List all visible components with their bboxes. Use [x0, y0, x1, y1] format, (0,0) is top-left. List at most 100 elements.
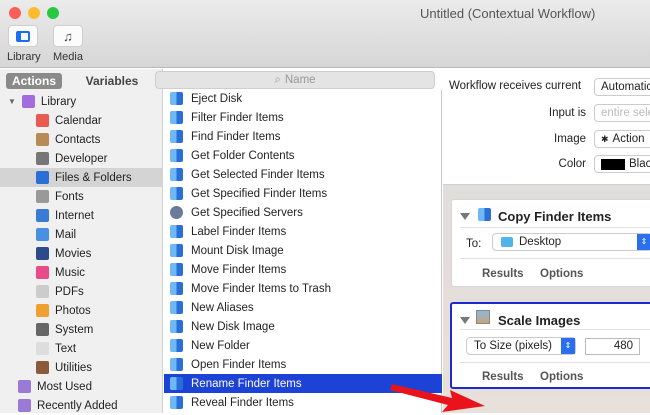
disclosure-triangle-icon[interactable]: ▼ [8, 97, 16, 106]
finder-icon [170, 377, 183, 390]
sidebar-item[interactable]: Internet [0, 206, 163, 225]
action-label: Get Folder Contents [191, 149, 295, 162]
action-list-item[interactable]: Filter Finder Items [164, 108, 442, 127]
action-label: Reveal Finder Items [191, 396, 294, 409]
action-list-item[interactable]: Get Specified Servers [164, 203, 442, 222]
library-icon [21, 95, 35, 108]
input-select[interactable]: entire selection [594, 104, 650, 122]
destination-select[interactable]: Desktop ⇕ [492, 233, 650, 251]
action-list-item[interactable]: New Folder [164, 336, 442, 355]
sidebar-item-label: Recently Added [37, 399, 118, 412]
sidebar-item[interactable]: Recently Added [0, 396, 163, 415]
options-button[interactable]: Options [540, 268, 583, 280]
sidebar-item-label: Utilities [55, 361, 93, 374]
media-button[interactable]: ♫ [53, 25, 83, 47]
input-value: entire selection [601, 107, 650, 119]
action-label: New Disk Image [191, 320, 275, 333]
sidebar-item[interactable]: Calendar [0, 111, 163, 130]
action-list-item[interactable]: Get Folder Contents [164, 146, 442, 165]
photos-icon [36, 304, 49, 317]
preview-icon [476, 310, 490, 324]
action-label: Get Specified Finder Items [191, 187, 328, 200]
image-select[interactable]: ✱ Action [594, 130, 650, 148]
sidebar-item[interactable]: Photos [0, 301, 163, 320]
sidebar-item[interactable]: System [0, 320, 163, 339]
finder-icon [170, 225, 183, 238]
action-list-item[interactable]: Mount Disk Image [164, 241, 442, 260]
action-label: Filter Finder Items [191, 111, 284, 124]
action-list-item[interactable]: Find Finder Items [164, 127, 442, 146]
action-title: Scale Images [498, 313, 581, 328]
tab-actions[interactable]: Actions [6, 73, 62, 89]
sidebar-item[interactable]: Text [0, 339, 163, 358]
action-list-item[interactable]: Get Specified Finder Items [164, 184, 442, 203]
library-button[interactable] [8, 25, 38, 47]
finder-icon [170, 301, 183, 314]
sidebar-item[interactable]: PDFs [0, 282, 163, 301]
finder-icon [36, 171, 49, 184]
gear-icon: ✱ [601, 133, 609, 144]
color-select[interactable]: Black [594, 155, 650, 173]
receives-label: Workflow receives current [449, 80, 582, 92]
action-list-item[interactable]: Label Finder Items [164, 222, 442, 241]
sidebar-item[interactable]: Contacts [0, 130, 163, 149]
zoom-button[interactable] [47, 7, 59, 19]
smart-folder-icon [18, 380, 31, 393]
window-title: Untitled (Contextual Workflow) [420, 6, 596, 21]
sidebar-item[interactable]: Developer [0, 149, 163, 168]
sidebar-item[interactable]: Files & Folders [0, 168, 163, 187]
internet-icon [36, 209, 49, 222]
music-icon [36, 266, 49, 279]
scale-mode-select[interactable]: To Size (pixels) ⇕ [466, 337, 576, 355]
utilities-icon [36, 361, 49, 374]
fonts-icon [36, 190, 49, 203]
sidebar-item[interactable]: Utilities [0, 358, 163, 377]
sidebar-item-label: Contacts [55, 133, 101, 146]
input-label: Input is [548, 107, 586, 119]
finder-icon [170, 396, 183, 409]
results-button[interactable]: Results [482, 268, 524, 280]
size-input[interactable]: 480 [585, 338, 640, 355]
sidebar-item-label: Developer [55, 152, 108, 165]
stepper-icon: ⇕ [637, 234, 650, 250]
copy-finder-items-action[interactable]: Copy Finder Items To: Desktop ⇕ Results … [451, 199, 650, 287]
developer-icon [36, 152, 49, 165]
action-list-item[interactable]: Move Finder Items to Trash [164, 279, 442, 298]
search-input[interactable]: ⌕ Name [155, 71, 435, 89]
finder-icon [170, 92, 183, 105]
sidebar-item[interactable]: Fonts [0, 187, 163, 206]
sidebar-item[interactable]: Music [0, 263, 163, 282]
scale-images-action[interactable]: Scale Images To Size (pixels) ⇕ 480 Resu… [450, 302, 650, 389]
action-list-item[interactable]: New Aliases [164, 298, 442, 317]
actions-list: Eject Disk Filter Finder Items Find Finder… [164, 90, 442, 413]
receives-select[interactable]: Automatic [594, 78, 650, 96]
workflow-area: Workflow receives current Automatic Inpu… [443, 69, 650, 413]
sidebar-item-label: Photos [55, 304, 91, 317]
sidebar-item[interactable]: ▼ Library [0, 92, 163, 111]
action-label: Move Finder Items [191, 263, 287, 276]
sidebar-item[interactable]: Mail [0, 225, 163, 244]
action-list-item[interactable]: New Disk Image [164, 317, 442, 336]
finder-icon [170, 244, 183, 257]
disclosure-triangle-icon[interactable] [460, 213, 470, 220]
action-list-item[interactable]: Move Finder Items [164, 260, 442, 279]
action-label: New Aliases [191, 301, 254, 314]
options-button[interactable]: Options [540, 371, 583, 383]
movies-icon [36, 247, 49, 260]
disclosure-triangle-icon[interactable] [460, 317, 470, 324]
pdf-icon [36, 285, 49, 298]
sidebar-item[interactable]: Most Used [0, 377, 163, 396]
tab-variables[interactable]: Variables [80, 73, 144, 89]
action-label: Label Finder Items [191, 225, 287, 238]
sidebar-item[interactable]: Movies [0, 244, 163, 263]
action-list-item[interactable]: Open Finder Items [164, 355, 442, 374]
action-list-item[interactable]: Get Selected Finder Items [164, 165, 442, 184]
action-list-item[interactable]: Eject Disk [164, 89, 442, 108]
finder-icon [170, 320, 183, 333]
action-label: Get Specified Servers [191, 206, 303, 219]
size-value: 480 [613, 340, 633, 352]
action-label: Eject Disk [191, 92, 243, 105]
minimize-button[interactable] [28, 7, 40, 19]
close-button[interactable] [9, 7, 21, 19]
finder-icon [170, 358, 183, 371]
